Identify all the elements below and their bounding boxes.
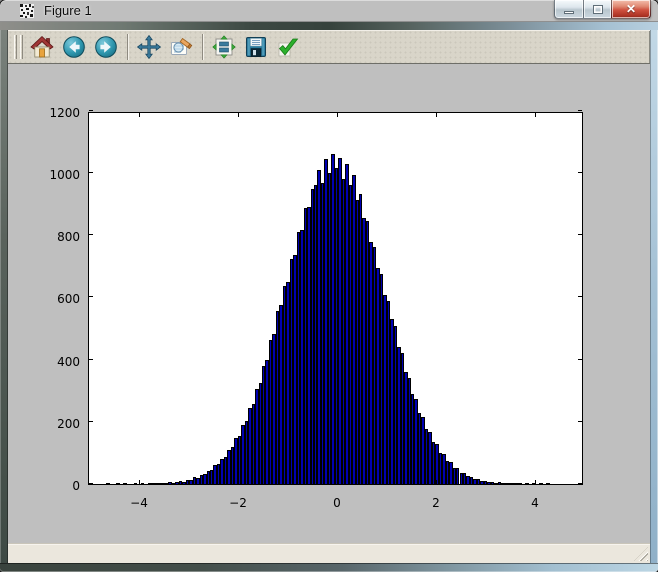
tick-mark	[578, 359, 582, 360]
y-tick-label: 0	[72, 479, 80, 493]
tick-mark	[238, 113, 239, 117]
subplots-button[interactable]	[210, 33, 238, 61]
toolbar-separator	[127, 33, 128, 60]
axis-ticks	[89, 110, 582, 484]
tick-mark	[578, 296, 582, 297]
figure-window: Figure 1 ✕ −4 −2 0 2 4 0 200 400 600 800…	[0, 0, 658, 572]
tick-mark	[139, 480, 140, 484]
matplotlib-window-icon	[20, 4, 34, 18]
pan-icon	[137, 34, 161, 59]
minimize-icon	[564, 10, 574, 14]
save-icon	[246, 36, 266, 57]
tick-mark	[436, 113, 437, 117]
forward-button[interactable]	[92, 33, 120, 61]
toolbar-grip[interactable]	[14, 34, 17, 59]
window-frame-left	[0, 30, 8, 563]
tick-mark	[578, 234, 582, 235]
tick-mark	[89, 234, 93, 235]
y-tick-label: 800	[57, 230, 80, 244]
tick-mark	[139, 113, 140, 117]
x-tick-label: −4	[130, 496, 148, 510]
x-tick-label: −2	[229, 496, 247, 510]
home-icon	[30, 35, 54, 57]
pan-button[interactable]	[135, 33, 163, 61]
tick-mark	[89, 421, 93, 422]
tick-mark	[89, 296, 93, 297]
resize-grip[interactable]	[634, 547, 648, 561]
tick-mark	[535, 113, 536, 117]
tick-mark	[337, 480, 338, 484]
x-tick-label: 4	[531, 496, 539, 510]
plot-area[interactable]	[88, 110, 583, 485]
window-frame-top	[0, 22, 658, 30]
forward-icon	[95, 35, 117, 58]
tick-mark	[535, 480, 536, 484]
y-tick-label: 1200	[49, 106, 80, 120]
zoom-rect-icon	[171, 37, 193, 55]
tick-mark	[578, 421, 582, 422]
tick-mark	[578, 110, 582, 111]
save-button[interactable]	[242, 33, 270, 61]
apply-button[interactable]	[274, 33, 302, 61]
minimize-button[interactable]	[554, 0, 583, 19]
back-icon	[63, 35, 85, 58]
tick-mark	[89, 172, 93, 173]
maximize-icon	[592, 4, 603, 14]
toolbar-separator	[202, 33, 203, 60]
subplots-icon	[212, 34, 236, 59]
maximize-button[interactable]	[583, 0, 611, 19]
titlebar[interactable]: Figure 1 ✕	[0, 0, 658, 22]
tick-mark	[578, 172, 582, 173]
y-tick-label: 1000	[49, 168, 80, 182]
tick-mark	[337, 113, 338, 117]
close-button[interactable]: ✕	[611, 0, 651, 19]
close-icon: ✕	[625, 2, 637, 16]
window-frame-right	[650, 30, 658, 563]
y-tick-label: 600	[57, 292, 80, 306]
tick-mark	[238, 480, 239, 484]
y-tick-label: 200	[57, 417, 80, 431]
check-icon	[278, 38, 299, 56]
tick-mark	[89, 359, 93, 360]
caption-buttons: ✕	[554, 0, 651, 19]
tick-mark	[89, 483, 93, 484]
zoom-rect-button[interactable]	[167, 33, 195, 61]
tick-mark	[436, 480, 437, 484]
tick-mark	[578, 483, 582, 484]
x-tick-label: 2	[432, 496, 440, 510]
y-tick-label: 400	[57, 355, 80, 369]
navigation-toolbar	[8, 30, 650, 64]
window-frame-bottom	[0, 563, 658, 572]
tick-mark	[89, 110, 93, 111]
statusbar	[8, 543, 650, 563]
figure-canvas[interactable]: −4 −2 0 2 4 0 200 400 600 800 1000 1200	[8, 64, 650, 543]
toolbar-grip[interactable]	[20, 34, 23, 59]
home-button[interactable]	[28, 33, 56, 61]
window-title: Figure 1	[44, 3, 92, 18]
back-button[interactable]	[60, 33, 88, 61]
x-tick-label: 0	[333, 496, 341, 510]
